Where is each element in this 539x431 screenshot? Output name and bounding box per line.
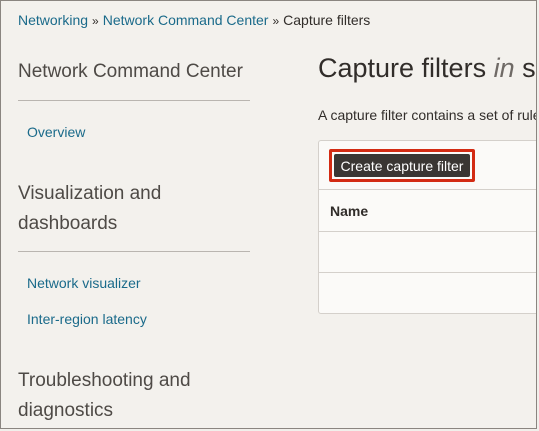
sidebar-section-title-visualization: Visualization and dashboards bbox=[18, 183, 162, 234]
page-title: Capture filters in s bbox=[318, 53, 536, 84]
highlight-outline: Create capture filter bbox=[329, 149, 475, 182]
capture-filters-table-panel: Create capture filter Name bbox=[318, 140, 536, 314]
column-header-name[interactable]: Name bbox=[330, 203, 368, 219]
create-capture-filter-button[interactable]: Create capture filter bbox=[334, 154, 470, 177]
sidebar: Network Command Center Overview Visualiz… bbox=[1, 1, 261, 428]
sidebar-divider bbox=[18, 100, 250, 101]
breadcrumb-separator: » bbox=[272, 14, 280, 28]
page-frame: Networking» Network Command Center» Captur… bbox=[0, 0, 537, 429]
table-row bbox=[319, 232, 536, 273]
page-description: A capture filter contains a set of rule bbox=[318, 107, 537, 123]
sidebar-link-inter-region-latency[interactable]: Inter-region latency bbox=[27, 311, 147, 327]
sidebar-section-title-ncc: Network Command Center bbox=[18, 61, 243, 82]
breadcrumb-current: Capture filters bbox=[283, 12, 371, 28]
table-row bbox=[319, 273, 536, 313]
sidebar-divider bbox=[18, 251, 250, 252]
sidebar-link-overview[interactable]: Overview bbox=[27, 124, 85, 140]
page-title-suffix: s bbox=[522, 53, 536, 83]
table-header-row: Name bbox=[319, 190, 536, 232]
sidebar-section-title-troubleshooting: Troubleshooting and diagnostics bbox=[18, 370, 191, 421]
sidebar-link-network-visualizer[interactable]: Network visualizer bbox=[27, 275, 141, 291]
page-title-italic: in bbox=[493, 53, 515, 83]
table-toolbar: Create capture filter bbox=[319, 141, 536, 190]
page-title-text: Capture filters bbox=[318, 53, 487, 83]
